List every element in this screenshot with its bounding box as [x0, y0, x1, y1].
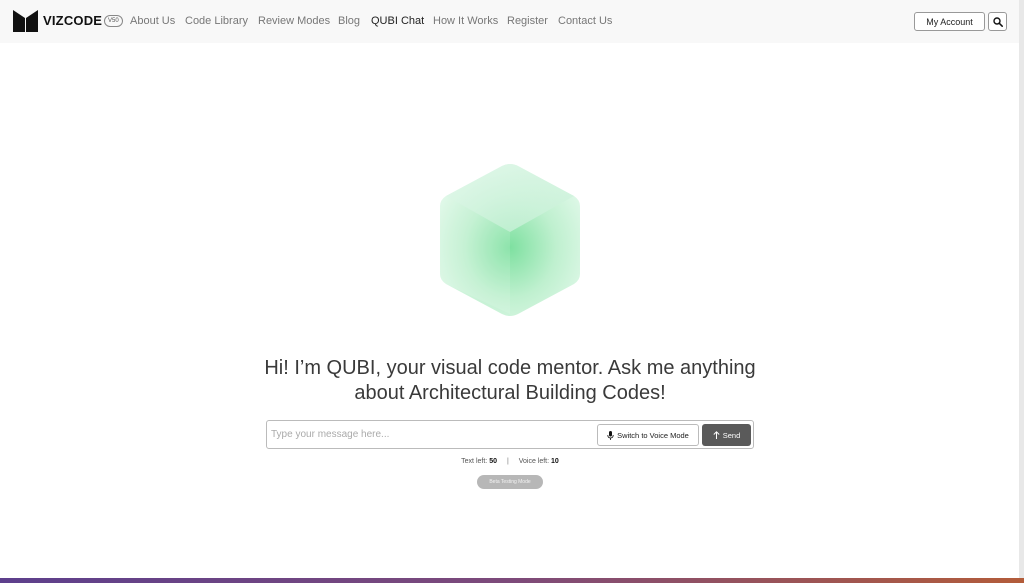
voice-mode-label: Switch to Voice Mode: [617, 430, 689, 440]
voice-left-value: 10: [551, 458, 559, 465]
microphone-icon: [607, 430, 614, 440]
bottom-gradient-bar: [0, 578, 1024, 583]
send-label: Send: [722, 430, 741, 440]
send-button[interactable]: Send: [702, 424, 751, 446]
text-left-label: Text left:: [461, 458, 488, 465]
nav-how-it-works[interactable]: How It Works: [433, 15, 498, 27]
message-input[interactable]: [271, 425, 591, 444]
top-navigation-bar: VIZCODE V50 About Us Code Library Review…: [0, 0, 1024, 43]
nav-contact-us[interactable]: Contact Us: [558, 15, 612, 27]
qubi-cube-icon: [440, 164, 580, 316]
nav-about-us[interactable]: About Us: [130, 15, 175, 27]
search-button[interactable]: [988, 12, 1007, 31]
brand-name[interactable]: VIZCODE: [43, 13, 102, 28]
nav-code-library[interactable]: Code Library: [185, 15, 248, 27]
hero-headline: Hi! I’m QUBI, your visual code mentor. A…: [264, 357, 756, 404]
arrow-up-icon: [713, 431, 720, 439]
nav-review-modes[interactable]: Review Modes: [258, 15, 330, 27]
text-left-value: 50: [489, 458, 497, 465]
search-icon: [992, 16, 1003, 27]
page-scrollbar[interactable]: [1019, 0, 1024, 578]
nav-register[interactable]: Register: [507, 15, 548, 27]
voice-left-label: Voice left:: [518, 458, 550, 465]
usage-counters: Text left: 50 | Voice left: 10: [400, 458, 620, 465]
my-account-button[interactable]: My Account: [914, 12, 985, 31]
version-badge: V50: [104, 15, 123, 27]
nav-qubi-chat[interactable]: QUBI Chat: [371, 15, 424, 27]
nav-blog[interactable]: Blog: [338, 15, 360, 27]
beta-testing-badge: Beta Testing Mode: [477, 475, 543, 489]
chat-composer: Switch to Voice Mode Send: [266, 420, 754, 449]
voice-mode-button[interactable]: Switch to Voice Mode: [597, 424, 699, 446]
vizcode-logo-icon[interactable]: [13, 10, 38, 32]
counter-divider: |: [506, 458, 509, 465]
